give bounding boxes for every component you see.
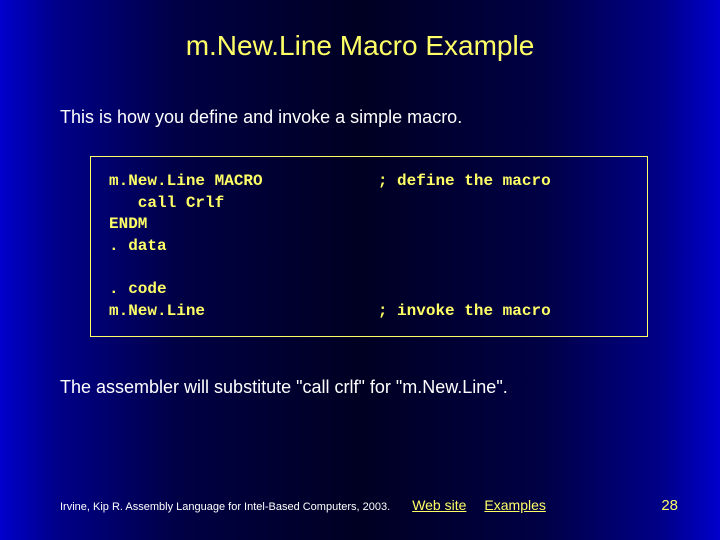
code-line: m.New.Line bbox=[109, 302, 205, 320]
code-line: . code bbox=[109, 280, 167, 298]
slide-title: m.New.Line Macro Example bbox=[60, 30, 660, 62]
code-line: ENDM bbox=[109, 215, 147, 233]
code-line: call Crlf bbox=[109, 194, 224, 212]
footer: Irvine, Kip R. Assembly Language for Int… bbox=[60, 497, 678, 514]
outro-text: The assembler will substitute "call crlf… bbox=[60, 377, 660, 398]
code-line: . data bbox=[109, 237, 167, 255]
slide: m.New.Line Macro Example This is how you… bbox=[0, 0, 720, 540]
code-box: m.New.Line MACRO ; define the macro call… bbox=[90, 156, 648, 337]
footer-links: Web site Examples bbox=[412, 497, 564, 513]
intro-text: This is how you define and invoke a simp… bbox=[60, 107, 660, 128]
code-comment: ; invoke the macro bbox=[378, 302, 551, 320]
code-line: m.New.Line MACRO bbox=[109, 172, 263, 190]
link-web-site[interactable]: Web site bbox=[412, 497, 466, 513]
link-examples[interactable]: Examples bbox=[484, 497, 545, 513]
page-number: 28 bbox=[661, 497, 678, 514]
citation: Irvine, Kip R. Assembly Language for Int… bbox=[60, 501, 390, 513]
code-comment: ; define the macro bbox=[378, 172, 551, 190]
